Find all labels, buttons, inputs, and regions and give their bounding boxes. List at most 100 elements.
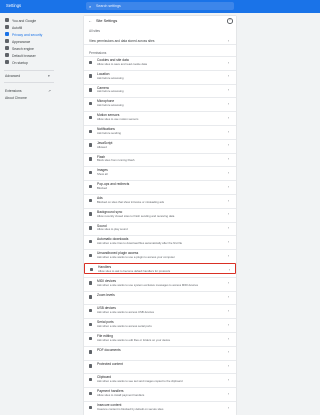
- chevron-right-icon: ›: [228, 101, 230, 106]
- chevron-right-icon: ›: [228, 308, 230, 313]
- permission-row-zoom-levels[interactable]: Zoom levels ›: [84, 290, 236, 303]
- popup-icon: [89, 184, 93, 189]
- permission-title: Zoom levels: [97, 292, 115, 297]
- permission-status: Ask before accessing: [97, 103, 124, 108]
- usb-icon: [89, 308, 93, 313]
- sidebar: You and Google Autofill Privacy and secu…: [0, 13, 58, 415]
- sidebar-about-chrome[interactable]: About Chrome: [5, 96, 27, 100]
- chevron-right-icon: ›: [228, 405, 230, 410]
- clipboard-icon: [89, 377, 93, 382]
- pdf-icon: [89, 350, 93, 354]
- puzzle-icon: [89, 157, 93, 161]
- chevron-right-icon: ›: [228, 88, 230, 93]
- chevron-right-icon: ›: [228, 38, 230, 43]
- top-bar: Settings ⌕ Search settings: [0, 0, 320, 13]
- shield-icon: [5, 32, 9, 36]
- chevron-right-icon: ›: [228, 157, 230, 162]
- permission-title: PDF documents: [97, 347, 121, 352]
- permission-row-cookies-and-site-data[interactable]: Cookies and site data Allow sites to save…: [84, 56, 236, 68]
- payment-icon: [89, 391, 93, 396]
- permission-row-pdf-documents[interactable]: PDF documents ›: [84, 345, 236, 358]
- chevron-right-icon: ›: [228, 74, 230, 79]
- chevron-right-icon: ›: [228, 143, 230, 148]
- permission-row-notifications[interactable]: Notifications Ask before sending ›: [84, 125, 236, 137]
- chevron-right-icon: ›: [228, 364, 230, 369]
- chevron-right-icon: ›: [228, 239, 230, 244]
- permission-status: Blocked: [97, 185, 107, 190]
- permission-row-pop-ups-and-redirects[interactable]: Pop-ups and redirects Blocked ›: [84, 180, 236, 192]
- permission-row-unsandboxed-plugin-access[interactable]: Unsandboxed plugin access Ask when a site…: [84, 249, 236, 261]
- search-input[interactable]: Search settings: [96, 4, 121, 8]
- chevron-right-icon: ›: [228, 184, 230, 189]
- permission-row-images[interactable]: Images Show all ›: [84, 166, 236, 178]
- permission-row-location[interactable]: Location Ask before accessing ›: [84, 69, 236, 82]
- browser-icon: [5, 53, 9, 57]
- permission-status: Ask when a site tries to download files …: [97, 241, 183, 246]
- permission-row-background-sync[interactable]: Background sync Allow recently closed sit…: [84, 207, 236, 220]
- permission-row-file-editing[interactable]: File editing Ask when a site wants to edi…: [84, 332, 236, 344]
- permission-status: Ask before sending: [97, 130, 121, 135]
- chevron-right-icon: ›: [228, 60, 230, 65]
- permission-row-camera[interactable]: Camera Ask before accessing ›: [84, 83, 236, 96]
- permission-row-payment-handlers[interactable]: Payment handlers Allow sites to install p…: [84, 387, 236, 399]
- permission-status: Allow sites to ask to become default han…: [98, 268, 171, 273]
- permission-row-flash[interactable]: Flash Block sites from running Flash ›: [84, 152, 236, 165]
- permission-row-javascript[interactable]: JavaScript Allowed ›: [84, 138, 236, 151]
- help-icon[interactable]: ?: [227, 18, 233, 24]
- permission-row-clipboard[interactable]: Clipboard Ask when a site wants to see te…: [84, 373, 236, 385]
- permission-status: Ask when a site wants to use a plugin to…: [97, 254, 175, 259]
- sidebar-item-privacy-and-security[interactable]: Privacy and security: [0, 31, 58, 38]
- permission-row-sound[interactable]: Sound Allow sites to play sound ›: [84, 221, 236, 234]
- chevron-right-icon: ›: [228, 212, 230, 217]
- permissions-section-title: Permissions: [89, 51, 107, 55]
- serial-port-icon: [89, 322, 93, 327]
- chevron-down-icon: ▾: [48, 74, 50, 78]
- back-arrow-icon[interactable]: ←: [88, 18, 92, 23]
- microphone-icon: [89, 101, 93, 106]
- sidebar-item-appearance[interactable]: Appearance: [0, 38, 58, 45]
- permission-row-automatic-downloads[interactable]: Automatic downloads Ask when a site tries…: [84, 235, 236, 247]
- permission-status: Ask when a site wants to see text and im…: [97, 379, 183, 384]
- all-sites-row[interactable]: View permissions and data stored across …: [84, 37, 236, 45]
- file-edit-icon: [89, 336, 93, 340]
- permission-row-motion-sensors[interactable]: Motion sensors Allow sites to use motion …: [84, 111, 236, 123]
- search-box[interactable]: ⌕ Search settings: [86, 2, 234, 10]
- permission-row-microphone[interactable]: Microphone Ask before accessing ›: [84, 97, 236, 109]
- permission-status: Ask when a site wants to edit files or f…: [97, 337, 171, 342]
- chevron-right-icon: ›: [228, 391, 230, 396]
- permission-row-handlers[interactable]: Handlers Allow sites to ask to become def…: [84, 263, 236, 274]
- permission-status: Ask when a site wants to use system excl…: [97, 282, 199, 287]
- permission-title: Protected content: [97, 361, 123, 366]
- warning-icon: [89, 405, 93, 409]
- all-sites-section-title: All sites: [89, 29, 100, 33]
- permission-row-serial-ports[interactable]: Serial ports Ask when a site wants to acc…: [84, 318, 236, 330]
- permission-row-usb-devices[interactable]: USB devices Ask when a site wants to acce…: [84, 304, 236, 316]
- sidebar-item-default-browser[interactable]: Default browser: [0, 52, 58, 59]
- sidebar-advanced[interactable]: Advanced ▾: [5, 74, 55, 78]
- chevron-right-icon: ›: [228, 129, 230, 134]
- permission-row-insecure-content[interactable]: Insecure content Insecure content is bloc…: [84, 401, 236, 413]
- sidebar-item-search-engine[interactable]: Search engine: [0, 45, 58, 52]
- chevron-right-icon: ›: [228, 281, 230, 286]
- sidebar-item-you-and-google[interactable]: You and Google: [0, 17, 58, 24]
- sidebar-item-autofill[interactable]: Autofill: [0, 24, 58, 31]
- power-icon: [5, 60, 9, 64]
- protected-content-icon: [89, 364, 93, 368]
- location-icon: [89, 74, 93, 78]
- permission-status: Allowed: [97, 144, 107, 149]
- permission-status: Allow sites to play sound: [97, 227, 128, 232]
- zoom-icon: [89, 295, 93, 299]
- image-icon: [89, 170, 93, 175]
- permission-status: Block sites from running Flash: [97, 158, 135, 163]
- download-icon: [89, 239, 93, 244]
- permission-row-midi-devices[interactable]: MIDI devices Ask when a site wants to use…: [84, 276, 236, 289]
- autofill-icon: [5, 25, 9, 29]
- permission-row-ads[interactable]: Ads Blocked on sites that show intrusive …: [84, 194, 236, 206]
- cookie-icon: [89, 60, 93, 64]
- sidebar-extensions[interactable]: Extensions ↗: [5, 89, 55, 93]
- sidebar-item-on-startup[interactable]: On startup: [0, 59, 58, 66]
- permission-row-protected-content[interactable]: Protected content ›: [84, 359, 236, 372]
- chevron-right-icon: ›: [228, 350, 230, 355]
- page-title: Site Settings: [96, 18, 118, 23]
- permission-status: Ask before accessing: [97, 89, 124, 94]
